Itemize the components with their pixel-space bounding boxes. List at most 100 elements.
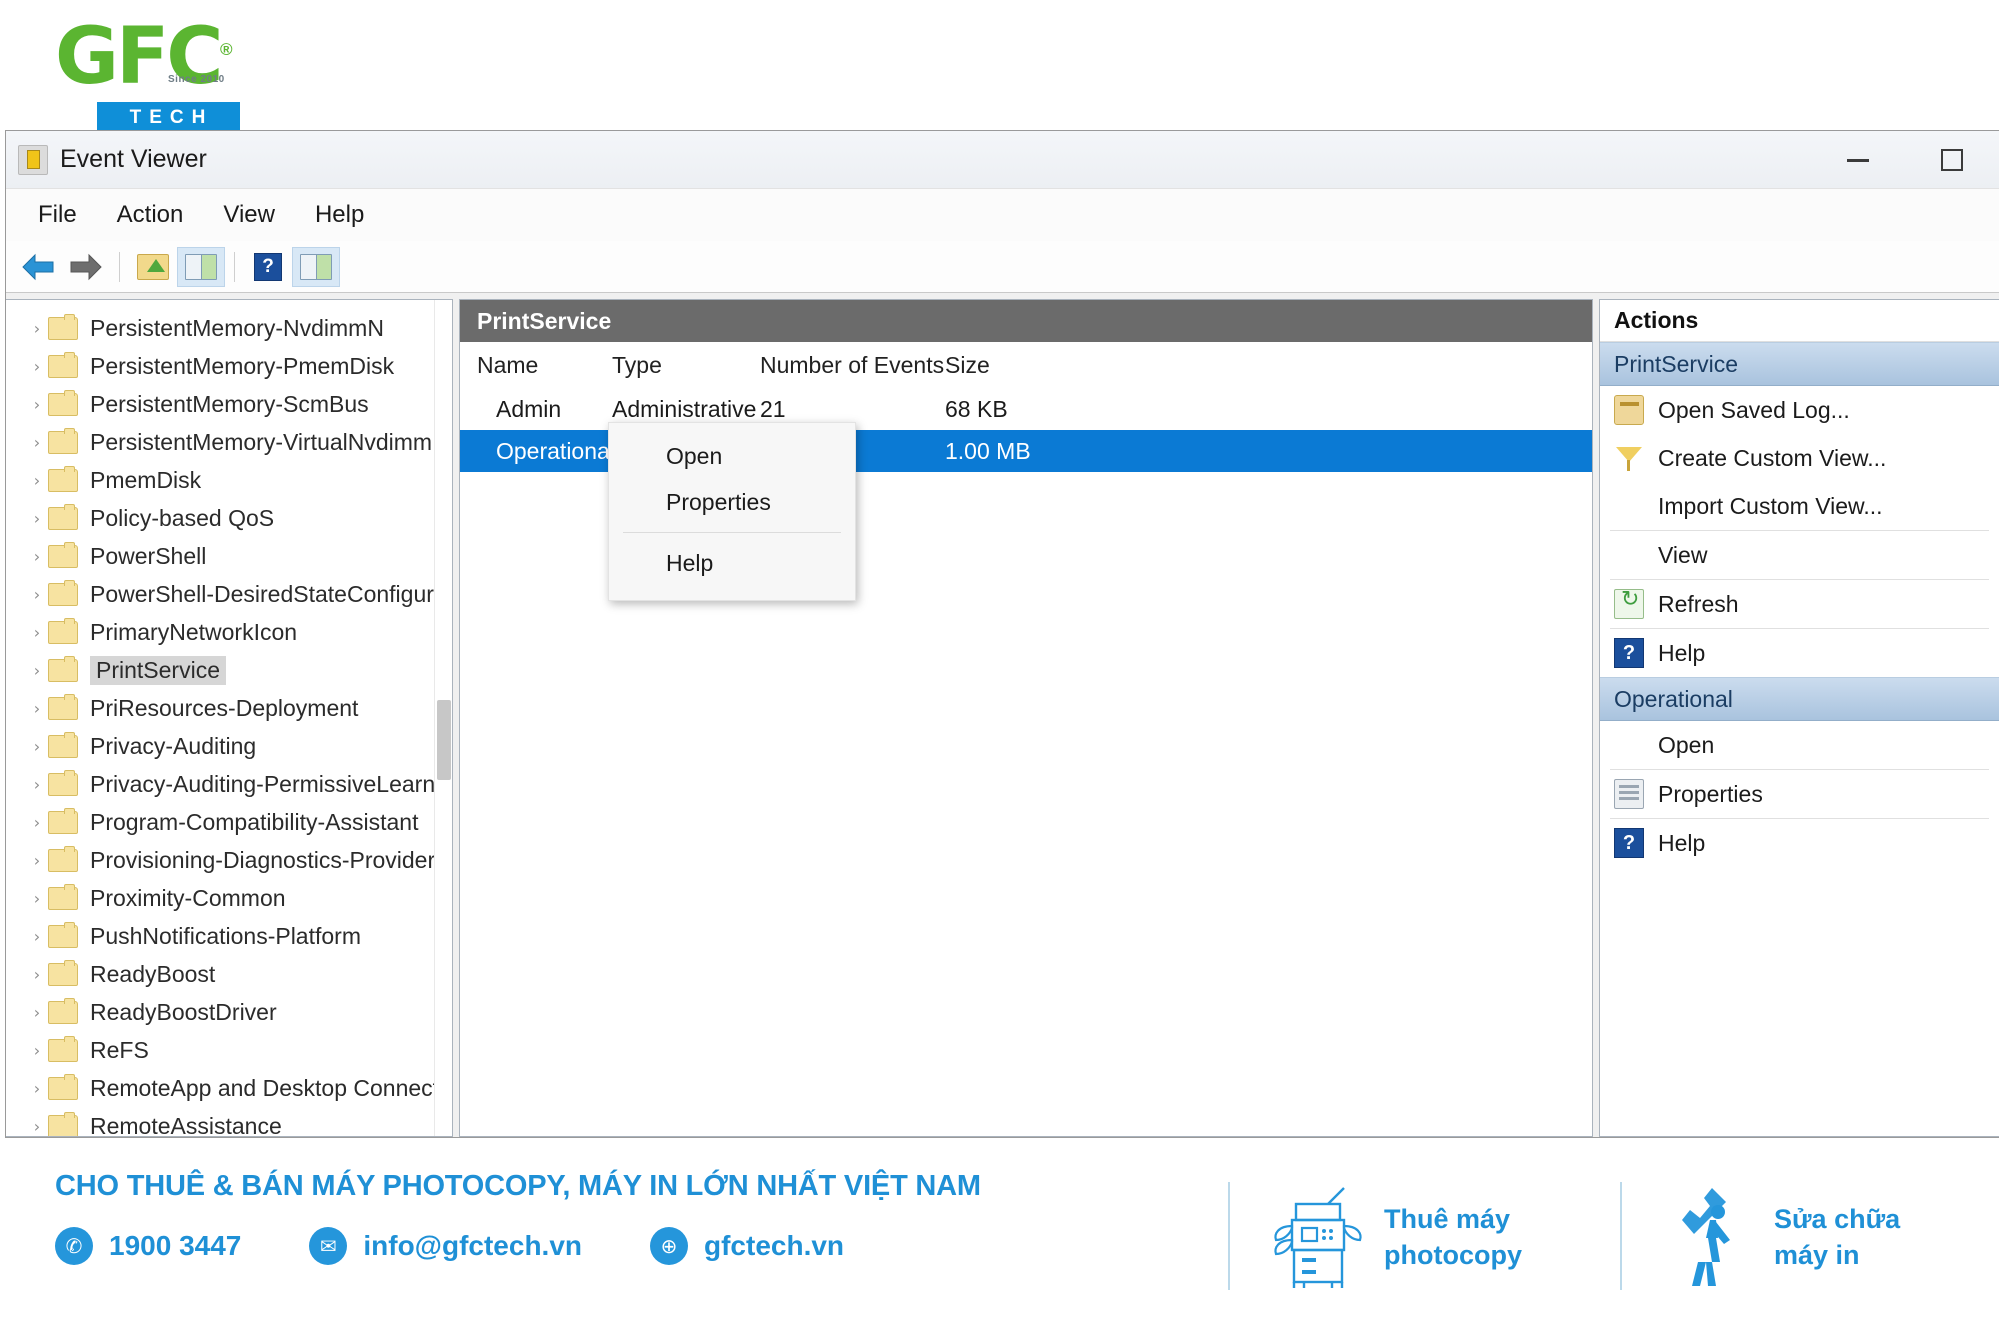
menu-help[interactable]: Help <box>295 197 384 233</box>
folder-icon <box>48 351 78 378</box>
tree-scrollbar-thumb[interactable] <box>437 700 451 780</box>
action-view[interactable]: View <box>1600 531 1999 579</box>
column-header-name[interactable]: Name <box>460 352 612 379</box>
help-icon[interactable]: ? <box>244 247 292 287</box>
tree-item-persistentmemory-pmemdisk[interactable]: › PersistentMemory-PmemDisk <box>6 347 452 385</box>
tree-item-remoteassistance[interactable]: › RemoteAssistance <box>6 1107 452 1136</box>
chevron-right-icon[interactable]: › <box>26 851 48 870</box>
tree-item-pushnotifications-platform[interactable]: › PushNotifications-Platform <box>6 917 452 955</box>
chevron-right-icon[interactable]: › <box>26 1003 48 1022</box>
maximize-button[interactable] <box>1905 131 1999 189</box>
chevron-right-icon[interactable]: › <box>26 433 48 452</box>
context-menu-item-help[interactable]: Help <box>609 540 855 586</box>
chevron-right-icon[interactable]: › <box>26 813 48 832</box>
footer-email-text: info@gfctech.vn <box>363 1230 582 1261</box>
chevron-right-icon[interactable]: › <box>26 623 48 642</box>
forward-arrow-icon[interactable] <box>62 247 110 287</box>
envelope-icon: ✉ <box>309 1227 348 1265</box>
tree-item-persistentmemory-scmbus[interactable]: › PersistentMemory-ScmBus <box>6 385 452 423</box>
action-properties-operational[interactable]: Properties <box>1600 770 1999 818</box>
show-hide-action-pane-icon[interactable] <box>292 246 340 287</box>
footer-service-repair[interactable]: Sửa chữa máy in <box>1660 1182 1900 1292</box>
chevron-right-icon[interactable]: › <box>26 547 48 566</box>
tree-item-label: Proximity-Common <box>90 884 286 911</box>
tree-item-primarynetworkicon[interactable]: › PrimaryNetworkIcon <box>6 613 452 651</box>
chevron-right-icon[interactable]: › <box>26 1079 48 1098</box>
tree-scrollbar[interactable] <box>434 300 452 1136</box>
action-create-custom-view[interactable]: Create Custom View... <box>1600 434 1999 482</box>
footer-phone[interactable]: ✆ 1900 3447 <box>55 1227 241 1265</box>
up-folder-icon[interactable] <box>129 247 177 287</box>
footer-headline: CHO THUÊ & BÁN MÁY PHOTOCOPY, MÁY IN LỚN… <box>55 1170 981 1202</box>
help-icon: ? <box>1614 638 1644 668</box>
globe-icon: ⊕ <box>650 1227 688 1265</box>
footer-divider-1 <box>1228 1182 1230 1290</box>
tree-item-persistentmemory-nvdimmn[interactable]: › PersistentMemory-NvdimmN <box>6 309 452 347</box>
chevron-right-icon[interactable]: › <box>26 661 48 680</box>
chevron-right-icon[interactable]: › <box>26 509 48 528</box>
tree-item-program-compatibility-assistant[interactable]: › Program-Compatibility-Assistant <box>6 803 452 841</box>
action-help-operational[interactable]: ? Help <box>1600 819 1999 867</box>
tree-item-privacy-auditing-permissivelearningm[interactable]: › Privacy-Auditing-PermissiveLearningM <box>6 765 452 803</box>
chevron-right-icon[interactable]: › <box>26 585 48 604</box>
footer-divider-2 <box>1620 1182 1622 1290</box>
menu-action[interactable]: Action <box>97 197 204 233</box>
chevron-right-icon[interactable]: › <box>26 319 48 338</box>
tree-item-label: PrimaryNetworkIcon <box>90 618 298 645</box>
footer-website[interactable]: ⊕ gfctech.vn <box>650 1227 844 1265</box>
chevron-right-icon[interactable]: › <box>26 357 48 376</box>
tree-item-readyboostdriver[interactable]: › ReadyBoostDriver <box>6 993 452 1031</box>
context-menu-item-properties[interactable]: Properties <box>609 479 855 525</box>
tree-item-privacy-auditing[interactable]: › Privacy-Auditing <box>6 727 452 765</box>
column-header-type[interactable]: Type <box>612 352 760 379</box>
screenshot-root: GFC ® Since 2010 TECH Event Viewer File … <box>0 0 1999 1333</box>
footer-email[interactable]: ✉ info@gfctech.vn <box>309 1227 582 1265</box>
column-header-events[interactable]: Number of Events <box>760 352 945 379</box>
footer-contacts: ✆ 1900 3447 ✉ info@gfctech.vn ⊕ gfctech.… <box>55 1227 1205 1265</box>
column-header-size[interactable]: Size <box>945 352 1135 379</box>
cell-type: Administrative <box>612 395 757 422</box>
tree-item-priresources-deployment[interactable]: › PriResources-Deployment <box>6 689 452 727</box>
folder-icon <box>48 1111 78 1136</box>
tree-item-refs[interactable]: › ReFS <box>6 1031 452 1069</box>
tree-item-policy-based-qos[interactable]: › Policy-based QoS <box>6 499 452 537</box>
menu-view[interactable]: View <box>203 197 295 233</box>
chevron-right-icon[interactable]: › <box>26 889 48 908</box>
chevron-right-icon[interactable]: › <box>26 927 48 946</box>
back-arrow-icon[interactable] <box>14 247 62 287</box>
chevron-right-icon[interactable]: › <box>26 737 48 756</box>
tree-item-label: PersistentMemory-ScmBus <box>90 390 369 417</box>
tree-item-powershell-desiredstateconfiguration[interactable]: › PowerShell-DesiredStateConfiguration <box>6 575 452 613</box>
tree-item-persistentmemory-virtualnvdimm[interactable]: › PersistentMemory-VirtualNvdimm <box>6 423 452 461</box>
folder-icon <box>48 503 78 530</box>
action-open-operational[interactable]: Open <box>1600 721 1999 769</box>
show-hide-console-tree-icon[interactable] <box>177 246 225 287</box>
action-import-custom-view[interactable]: Import Custom View... <box>1600 482 1999 530</box>
tree-item-readyboost[interactable]: › ReadyBoost <box>6 955 452 993</box>
footer-left: CHO THUÊ & BÁN MÁY PHOTOCOPY, MÁY IN LỚN… <box>55 1170 1205 1265</box>
action-refresh[interactable]: Refresh <box>1600 580 1999 628</box>
properties-icon <box>1614 779 1644 809</box>
chevron-right-icon[interactable]: › <box>26 471 48 490</box>
menu-file[interactable]: File <box>18 197 97 233</box>
chevron-right-icon[interactable]: › <box>26 1117 48 1136</box>
tree-item-provisioning-diagnostics-provider[interactable]: › Provisioning-Diagnostics-Provider <box>6 841 452 879</box>
context-menu-item-open[interactable]: Open <box>609 433 855 479</box>
tree-item-label: Program-Compatibility-Assistant <box>90 808 419 835</box>
tree-item-printservice[interactable]: › PrintService <box>6 651 452 689</box>
tree-item-pmemdisk[interactable]: › PmemDisk <box>6 461 452 499</box>
action-open-saved-log[interactable]: Open Saved Log... <box>1600 386 1999 434</box>
minimize-button[interactable] <box>1811 131 1905 189</box>
chevron-right-icon[interactable]: › <box>26 699 48 718</box>
folder-icon <box>48 389 78 416</box>
chevron-right-icon[interactable]: › <box>26 775 48 794</box>
chevron-right-icon[interactable]: › <box>26 965 48 984</box>
chevron-right-icon[interactable]: › <box>26 1041 48 1060</box>
tree-item-remoteapp-and-desktop-connections[interactable]: › RemoteApp and Desktop Connections <box>6 1069 452 1107</box>
chevron-right-icon[interactable]: › <box>26 395 48 414</box>
folder-icon <box>48 313 78 340</box>
footer-service-photocopy[interactable]: Thuê máy photocopy <box>1270 1182 1522 1292</box>
action-help-printservice[interactable]: ? Help <box>1600 629 1999 677</box>
tree-item-proximity-common[interactable]: › Proximity-Common <box>6 879 452 917</box>
tree-item-powershell[interactable]: › PowerShell <box>6 537 452 575</box>
